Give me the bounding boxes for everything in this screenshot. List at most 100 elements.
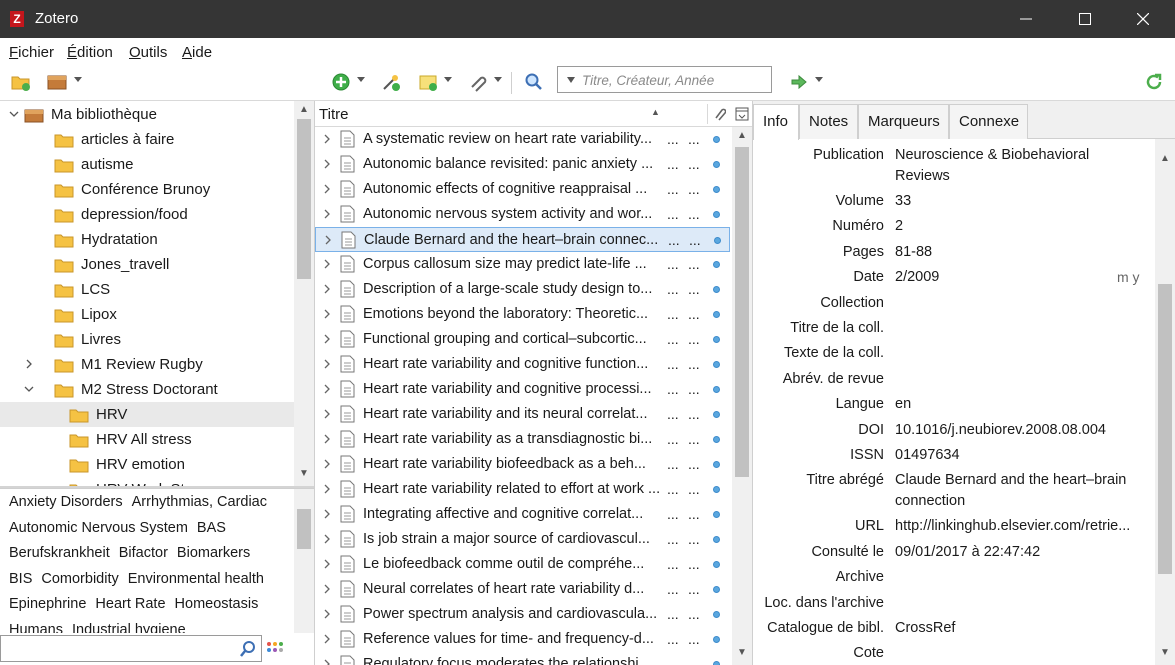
menu-édition[interactable]: Édition: [67, 44, 113, 61]
field-value[interactable]: Claude Bernard and the heart–brain conne…: [895, 470, 1145, 512]
scroll-up-arrow[interactable]: ▲: [737, 130, 747, 141]
tag-item[interactable]: Arrhythmias, Cardiac: [132, 494, 267, 510]
chevron-right-icon[interactable]: [321, 183, 333, 195]
chevron-right-icon[interactable]: [321, 458, 333, 470]
collection-item[interactable]: depression/food: [0, 202, 294, 227]
new-note-button[interactable]: [417, 71, 439, 95]
chevron-right-icon[interactable]: [23, 358, 35, 370]
attachment-dot-icon[interactable]: [713, 211, 720, 218]
field-value[interactable]: Neuroscience & Biobehavioral Reviews: [895, 145, 1145, 187]
field-value[interactable]: 01497634: [895, 445, 1145, 466]
collection-item[interactable]: HRV emotion: [0, 452, 294, 477]
chevron-right-icon[interactable]: [321, 333, 333, 345]
tag-item[interactable]: Autonomic Nervous System: [9, 520, 188, 536]
item-row[interactable]: Heart rate variability related to effort…: [315, 477, 730, 502]
item-row[interactable]: Heart rate variability and its neural co…: [315, 402, 730, 427]
chevron-right-icon[interactable]: [321, 408, 333, 420]
item-row[interactable]: Heart rate variability and cognitive fun…: [315, 352, 730, 377]
menu-aide[interactable]: Aide: [182, 44, 212, 61]
menu-outils[interactable]: Outils: [129, 44, 167, 61]
chevron-down-icon[interactable]: [357, 77, 365, 82]
chevron-right-icon[interactable]: [321, 433, 333, 445]
tag-item[interactable]: Environmental health: [128, 571, 264, 587]
tag-item[interactable]: Industrial hygiene: [72, 622, 186, 634]
tag-item[interactable]: Biomarkers: [177, 545, 250, 561]
tag-item[interactable]: Epinephrine: [9, 596, 86, 612]
tag-item[interactable]: Heart Rate: [95, 596, 165, 612]
add-attachment-button[interactable]: [466, 71, 488, 95]
collection-item[interactable]: HRV Work Stress: [0, 477, 294, 486]
tag-item[interactable]: Homeostasis: [175, 596, 259, 612]
chevron-right-icon[interactable]: [321, 583, 333, 595]
column-divider[interactable]: [707, 104, 708, 124]
chevron-right-icon[interactable]: [321, 533, 333, 545]
items-scrollbar[interactable]: ▲ ▼: [732, 127, 752, 665]
tab-connexe[interactable]: Connexe: [949, 104, 1028, 139]
collection-item[interactable]: Livres: [0, 327, 294, 352]
new-library-button[interactable]: [46, 71, 68, 95]
tag-item[interactable]: BIS: [9, 571, 32, 587]
attachment-dot-icon[interactable]: [713, 161, 720, 168]
attachment-dot-icon[interactable]: [713, 386, 720, 393]
chevron-right-icon[interactable]: [321, 133, 333, 145]
attachment-dot-icon[interactable]: [713, 536, 720, 543]
attachment-dot-icon[interactable]: [713, 586, 720, 593]
collection-item[interactable]: Hydratation: [0, 227, 294, 252]
field-value[interactable]: 2: [895, 216, 1145, 237]
tab-notes[interactable]: Notes: [799, 104, 858, 139]
collection-item[interactable]: M1 Review Rugby: [0, 352, 294, 377]
detail-scrollbar[interactable]: ▲ ▼: [1155, 139, 1175, 665]
item-row[interactable]: Autonomic effects of cognitive reapprais…: [315, 177, 730, 202]
chevron-right-icon[interactable]: [321, 208, 333, 220]
item-row[interactable]: Corpus callosum size may predict late-li…: [315, 252, 730, 277]
field-value[interactable]: 10.1016/j.neubiorev.2008.08.004: [895, 420, 1145, 441]
column-picker-icon[interactable]: [735, 107, 749, 121]
advanced-search-button[interactable]: [523, 71, 545, 95]
scrollbar-thumb[interactable]: [735, 147, 749, 477]
close-button[interactable]: [1120, 0, 1166, 38]
attachment-dot-icon[interactable]: [713, 411, 720, 418]
chevron-down-icon[interactable]: [74, 77, 82, 82]
collections-scrollbar[interactable]: ▲ ▼: [294, 101, 314, 486]
attachment-dot-icon[interactable]: [713, 561, 720, 568]
chevron-right-icon[interactable]: [321, 558, 333, 570]
chevron-right-icon[interactable]: [321, 308, 333, 320]
attachment-dot-icon[interactable]: [713, 286, 720, 293]
item-row[interactable]: Power spectrum analysis and cardiovascul…: [315, 602, 730, 627]
chevron-right-icon[interactable]: [321, 283, 333, 295]
maximize-button[interactable]: [1062, 0, 1108, 38]
chevron-right-icon[interactable]: [321, 383, 333, 395]
search-input[interactable]: [582, 71, 767, 89]
scroll-down-arrow[interactable]: ▼: [737, 647, 747, 658]
tags-scrollbar[interactable]: [294, 489, 314, 633]
collection-item[interactable]: autisme: [0, 152, 294, 177]
field-value[interactable]: 81-88: [895, 242, 1145, 263]
collection-item[interactable]: articles à faire: [0, 127, 294, 152]
attachment-dot-icon[interactable]: [713, 486, 720, 493]
new-item-button[interactable]: [330, 71, 352, 95]
chevron-right-icon[interactable]: [321, 258, 333, 270]
chevron-down-icon[interactable]: [444, 77, 452, 82]
new-collection-button[interactable]: [10, 71, 32, 95]
collection-item[interactable]: HRV All stress: [0, 427, 294, 452]
tag-filter-field[interactable]: [0, 635, 262, 662]
item-row[interactable]: Emotions beyond the laboratory: Theoreti…: [315, 302, 730, 327]
attachment-dot-icon[interactable]: [713, 436, 720, 443]
search-mode-dropdown[interactable]: [567, 77, 575, 83]
tab-marqueurs[interactable]: Marqueurs: [858, 104, 949, 139]
attachment-dot-icon[interactable]: [713, 636, 720, 643]
field-value[interactable]: http://linkinghub.elsevier.com/retrie...: [895, 516, 1145, 537]
item-row[interactable]: Reference values for time- and frequency…: [315, 627, 730, 652]
tag-item[interactable]: Humans: [9, 622, 63, 634]
scroll-down-arrow[interactable]: ▼: [299, 468, 309, 479]
attachment-dot-icon[interactable]: [713, 186, 720, 193]
item-row[interactable]: Is job strain a major source of cardiova…: [315, 527, 730, 552]
attachment-dot-icon[interactable]: [713, 511, 720, 518]
collection-item[interactable]: LCS: [0, 277, 294, 302]
sync-icon[interactable]: [1143, 71, 1165, 95]
chevron-right-icon[interactable]: [321, 483, 333, 495]
chevron-down-icon[interactable]: [23, 383, 35, 395]
chevron-down-icon[interactable]: [494, 77, 502, 82]
collection-item[interactable]: M2 Stress Doctorant: [0, 377, 294, 402]
tag-item[interactable]: Berufskrankheit: [9, 545, 110, 561]
